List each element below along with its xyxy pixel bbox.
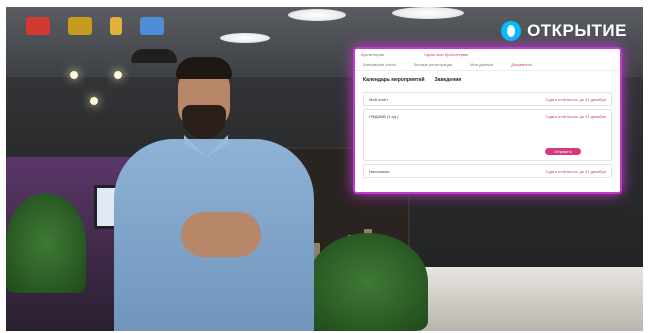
office-desk bbox=[393, 267, 643, 331]
screen-row-label: Мой отчёт bbox=[369, 96, 389, 102]
screen-row: Мой отчёт Сдать отчётность до 31 декабря bbox=[363, 92, 612, 106]
screen-row-status: Сдать отчётность до 31 декабря bbox=[545, 168, 606, 174]
screen-card-status: Сдать отчётность до 31 декабря bbox=[545, 114, 606, 119]
ceiling-lamp bbox=[392, 7, 464, 19]
presenter-beard bbox=[182, 105, 226, 139]
screen-nav: Банковские счета Личные регистрации Мои … bbox=[355, 59, 620, 71]
brand-name: ОТКРЫТИЕ bbox=[527, 21, 627, 40]
screen-tab: Календарь мероприятий bbox=[363, 77, 425, 83]
screen-nav-item: Банковские счета bbox=[363, 62, 396, 67]
ceiling-lamp bbox=[288, 9, 346, 21]
screen-header-left: Бухгалтерия bbox=[361, 51, 385, 57]
crown-logo-icon bbox=[68, 17, 92, 35]
screen-tab: Заведения bbox=[434, 77, 462, 83]
screen-row-label: Налоговые bbox=[369, 168, 390, 174]
app-screenshot-overlay: Бухгалтерия Сдать всю бухгалтерию Банков… bbox=[353, 47, 622, 194]
screen-nav-item: Документы bbox=[511, 62, 532, 67]
light-bulb bbox=[90, 97, 98, 105]
screen-row-status: Сдать отчётность до 31 декабря bbox=[545, 96, 606, 102]
screen-header: Бухгалтерия Сдать всю бухгалтерию bbox=[355, 49, 620, 59]
screen-nav-item: Личные регистрации bbox=[413, 62, 453, 67]
partner-logo-red-icon bbox=[26, 17, 50, 35]
brand-logo: ОТКРЫТИЕ bbox=[501, 21, 627, 41]
screen-send-button: Отправить bbox=[545, 148, 581, 155]
screen-header-right: Сдать всю бухгалтерию bbox=[424, 51, 469, 57]
blue-flag-logo-icon bbox=[140, 17, 164, 35]
ceiling-lamp bbox=[220, 33, 270, 43]
light-bulb bbox=[114, 71, 122, 79]
screen-card-label: ПФДИВВ (1 ед.) bbox=[369, 114, 399, 119]
light-bulb bbox=[70, 71, 78, 79]
video-frame: ОТКРЫТИЕ Бухгалтерия Сдать всю бухгалтер… bbox=[6, 7, 643, 331]
plant bbox=[308, 233, 428, 331]
pendant-lamp bbox=[131, 49, 177, 63]
award-badge-icon bbox=[110, 17, 122, 35]
partner-logos bbox=[26, 17, 164, 35]
screen-tabs: Календарь мероприятий Заведения bbox=[355, 71, 620, 89]
otkritie-logo-icon bbox=[501, 21, 522, 41]
plant bbox=[6, 193, 86, 293]
screen-card: ПФДИВВ (1 ед.) Сдать отчётность до 31 де… bbox=[363, 109, 612, 161]
presenter-hands bbox=[181, 212, 261, 257]
screen-nav-item: Мои данные bbox=[470, 62, 494, 67]
screen-row: Налоговые Сдать отчётность до 31 декабря bbox=[363, 164, 612, 178]
presenter-hair bbox=[176, 57, 232, 79]
